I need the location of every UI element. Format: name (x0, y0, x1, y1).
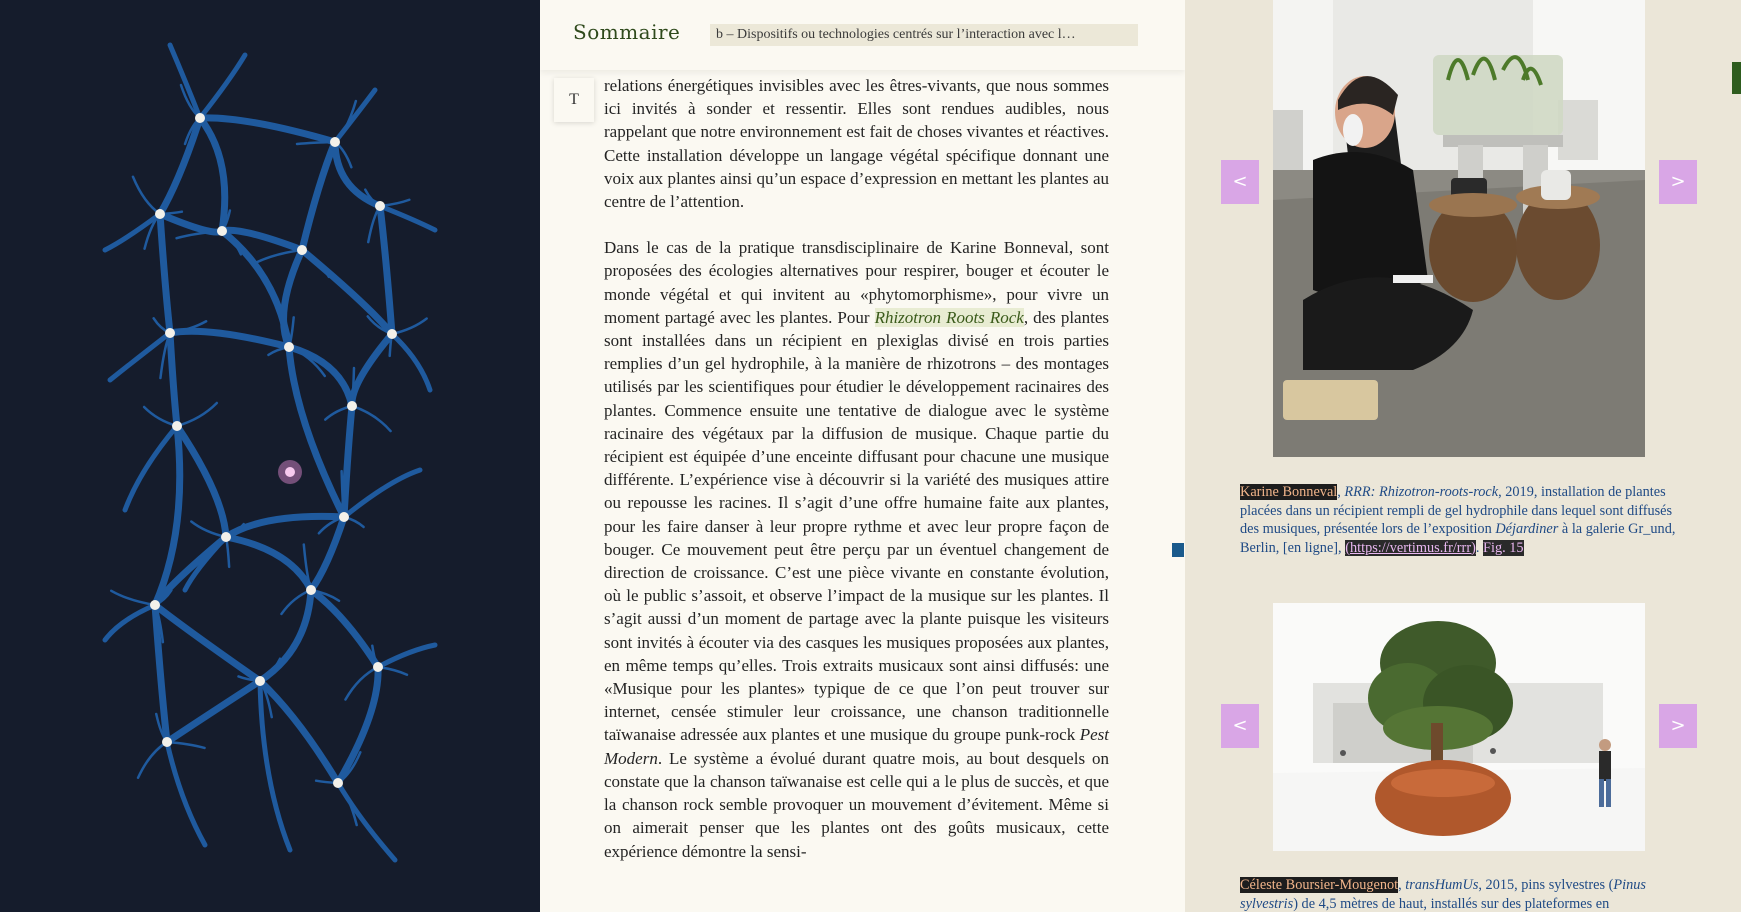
top-bar: Sommaire b – Dispositifs ou technologies… (540, 0, 1185, 70)
root-branch (156, 210, 174, 337)
root-branch (390, 317, 428, 336)
gallery-next-button-2[interactable]: > (1659, 704, 1697, 748)
root-node[interactable] (330, 137, 340, 147)
figure-number: Fig. 15 (1483, 539, 1524, 556)
highlight-node[interactable] (285, 467, 295, 477)
root-branch (298, 246, 396, 338)
root-branch (334, 663, 382, 787)
root-node[interactable] (375, 201, 385, 211)
paragraph-text: . Le système a évolué durant quatre mois… (604, 748, 1109, 861)
root-branch (331, 138, 384, 210)
root-branch (110, 589, 157, 607)
root-node[interactable] (387, 329, 397, 339)
photo-tree-in-gallery (1273, 603, 1645, 851)
root-node[interactable] (339, 512, 349, 522)
root-branch (156, 210, 226, 236)
root-branch (350, 366, 356, 408)
gallery-next-button-1[interactable]: > (1659, 160, 1697, 204)
root-node[interactable] (333, 778, 343, 788)
root-branch (196, 114, 339, 146)
root-branch (175, 401, 219, 428)
root-branch (256, 586, 315, 685)
root-node[interactable] (195, 113, 205, 123)
root-branch (196, 114, 229, 235)
root-branch (256, 677, 342, 787)
root-node[interactable] (150, 600, 160, 610)
gallery-prev-button-2[interactable]: < (1221, 704, 1259, 748)
root-branch (164, 739, 208, 848)
root-branch (389, 331, 433, 393)
root-node[interactable] (221, 532, 231, 542)
root-branch (377, 203, 438, 233)
root-node[interactable] (172, 421, 182, 431)
root-node[interactable] (155, 209, 165, 219)
root-node[interactable] (165, 328, 175, 338)
root-branch (163, 677, 264, 746)
root-node[interactable] (347, 401, 357, 411)
root-network-illustration (0, 0, 540, 912)
root-branch (173, 422, 230, 541)
root-node[interactable] (373, 662, 383, 672)
root-branch (350, 404, 392, 433)
text-size-button[interactable]: T (554, 78, 594, 122)
root-branch (341, 467, 423, 520)
root-branch (340, 402, 356, 521)
figure-caption-16: Céleste Boursier-Mougenot, transHumUs, 2… (1240, 876, 1680, 912)
root-branch (156, 114, 204, 218)
root-branch (222, 533, 315, 594)
root-branch (367, 204, 382, 244)
root-branch (197, 52, 248, 121)
paragraph-text: relations énergétiques invisibles avec l… (604, 76, 1109, 212)
root-branch (375, 642, 438, 670)
photo-person-with-headphones (1273, 0, 1645, 457)
root-branch (151, 601, 264, 685)
root-network-graphic (102, 42, 438, 863)
photo-transhumus (1273, 603, 1645, 851)
root-branch (218, 227, 293, 351)
caption-exhibition: Déjardiner (1495, 521, 1559, 537)
figure-caption-15: Karine Bonneval, RRR: Rhizotron-roots-ro… (1240, 484, 1676, 556)
root-branch (102, 211, 163, 253)
scroll-indicator[interactable] (1732, 62, 1741, 94)
root-branch (165, 740, 206, 750)
figure-panel: < > Karine Bonneval, RRR: Rhizotron-root… (1185, 0, 1741, 912)
caption-title: transHumUs (1405, 877, 1479, 893)
root-branch (102, 602, 158, 643)
root-node[interactable] (162, 737, 172, 747)
root-branch (166, 327, 293, 351)
paragraph: relations énergétiques invisibles avec l… (604, 74, 1109, 213)
root-branch (122, 423, 180, 513)
root-node[interactable] (297, 245, 307, 255)
root-branch (167, 42, 203, 121)
root-branch (307, 586, 382, 671)
root-branch (131, 175, 162, 216)
paragraph-text: , des plantes sont installées dans un ré… (604, 307, 1109, 745)
caption-author: Karine Bonneval (1240, 484, 1338, 500)
caption-url-link[interactable]: (https://vertimus.fr/rrr) (1345, 539, 1476, 556)
caption-author: Céleste Boursier-Mougenot (1240, 877, 1399, 893)
gallery-prev-button-1[interactable]: < (1221, 160, 1259, 204)
caption-text: ) de 4,5 mètres de haut, installés sur d… (1293, 895, 1610, 912)
root-branch (136, 740, 169, 779)
root-branch (166, 329, 181, 430)
paragraph: Dans le cas de la pratique transdiscipli… (604, 236, 1109, 862)
current-section-title[interactable]: b – Dispositifs ou technologies centrés … (710, 24, 1138, 46)
sommaire-link[interactable]: Sommaire (573, 20, 680, 44)
root-branch (307, 513, 348, 594)
root-node[interactable] (255, 676, 265, 686)
annotation-marker[interactable] (1172, 543, 1184, 557)
root-node[interactable] (284, 342, 294, 352)
root-node[interactable] (306, 585, 316, 595)
caption-text: , 2015, pins sylvestres ( (1478, 877, 1614, 893)
root-node[interactable] (217, 226, 227, 236)
root-branch (376, 202, 396, 338)
caption-title: RRR: Rhizotron-roots-rock (1344, 484, 1499, 500)
artwork-link[interactable]: Rhizotron Roots Rock (874, 307, 1024, 327)
article-body: relations énergétiques invisibles avec l… (604, 74, 1109, 886)
photo-rhizotron-roots-rock (1273, 0, 1645, 457)
reading-pane: Sommaire b – Dispositifs ou technologies… (540, 0, 1185, 912)
root-branch (348, 330, 396, 410)
